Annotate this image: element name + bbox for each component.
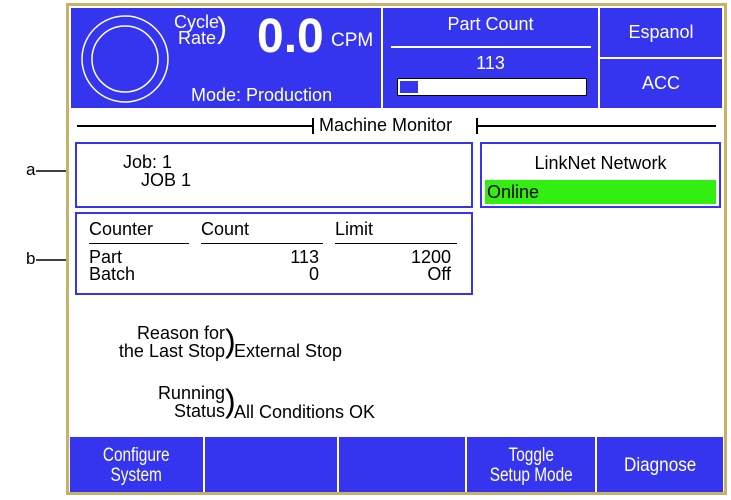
part-count-divider	[391, 46, 591, 48]
network-panel: LinkNet Network Online	[480, 142, 721, 208]
toggle-setup-mode-button[interactable]: Toggle Setup Mode	[466, 436, 596, 492]
part-count-panel: Part Count 113	[383, 8, 598, 108]
cycle-rate-label-line2: Rate	[177, 28, 216, 48]
cycle-rate-value: 0.0	[257, 10, 324, 63]
footer-blank-button-1[interactable]	[204, 436, 338, 492]
toggle-label-line2: Setup Mode	[489, 464, 573, 486]
part-count-progress-bar	[397, 78, 587, 96]
counter-header-counter: Counter	[89, 219, 154, 239]
callout-b-label: b	[26, 249, 36, 268]
configure-label-line1: Configure	[103, 444, 170, 466]
counter-row-batch-name: Batch	[89, 264, 136, 284]
espanol-button-label: Espanol	[628, 22, 694, 42]
reason-label-line1: Reason for	[136, 323, 225, 343]
callout-a-label: a	[26, 160, 36, 179]
counter-header-count: Count	[201, 219, 250, 239]
part-count-label: Part Count	[447, 14, 534, 34]
running-label-line1: Running	[157, 383, 225, 403]
reason-value: External Stop	[234, 341, 343, 361]
counter-header-limit: Limit	[335, 219, 374, 239]
reason-label-line2: the Last Stop	[118, 341, 225, 361]
footer-blank-button-2[interactable]	[338, 436, 466, 492]
counter-header-underline-2	[201, 243, 323, 244]
running-value: All Conditions OK	[234, 402, 376, 422]
job-name: JOB 1	[141, 170, 192, 190]
espanol-button[interactable]: Espanol	[600, 8, 722, 57]
counter-row-part-count: 113	[290, 247, 319, 267]
diagnose-label: Diagnose	[623, 454, 697, 476]
configure-label-line2: System	[110, 464, 163, 486]
running-label-line2: Status	[173, 401, 225, 421]
network-title: LinkNet Network	[534, 153, 667, 173]
acc-button-label: ACC	[641, 73, 680, 93]
section-title-rule-left	[77, 125, 312, 127]
network-status: Online	[485, 180, 716, 204]
cycle-rate-bracket: )	[217, 12, 227, 45]
job-label: Job: 1	[123, 152, 173, 172]
job-panel[interactable]: Job: 1 JOB 1	[75, 142, 473, 208]
counter-row-batch-count: 0	[308, 264, 319, 284]
mode-label: Mode: Production	[191, 85, 333, 105]
counter-header-underline-1	[89, 243, 189, 244]
counter-panel[interactable]: Counter Count Limit Part 113 1200 Batch …	[75, 212, 473, 295]
configure-system-button[interactable]: Configure System	[69, 436, 204, 492]
diagnose-button[interactable]: Diagnose	[596, 436, 724, 492]
toggle-label-line1: Toggle	[508, 444, 554, 466]
machine-monitor-screen: Cycle Rate ) 0.0 CPM Mode: Production Pa…	[66, 3, 727, 495]
section-title-tick-left	[312, 118, 314, 134]
part-count-progress-fill	[400, 81, 418, 93]
cycle-dial-icon	[81, 15, 169, 103]
section-title: Machine Monitor	[319, 115, 453, 135]
section-title-rule-right	[476, 125, 716, 127]
cycle-rate-unit: CPM	[331, 30, 374, 51]
counter-row-batch-limit: Off	[427, 264, 451, 284]
acc-button[interactable]: ACC	[600, 59, 722, 108]
cycle-rate-panel: Cycle Rate ) 0.0 CPM Mode: Production	[71, 8, 381, 108]
counter-header-underline-3	[335, 243, 457, 244]
part-count-value: 113	[476, 53, 505, 73]
